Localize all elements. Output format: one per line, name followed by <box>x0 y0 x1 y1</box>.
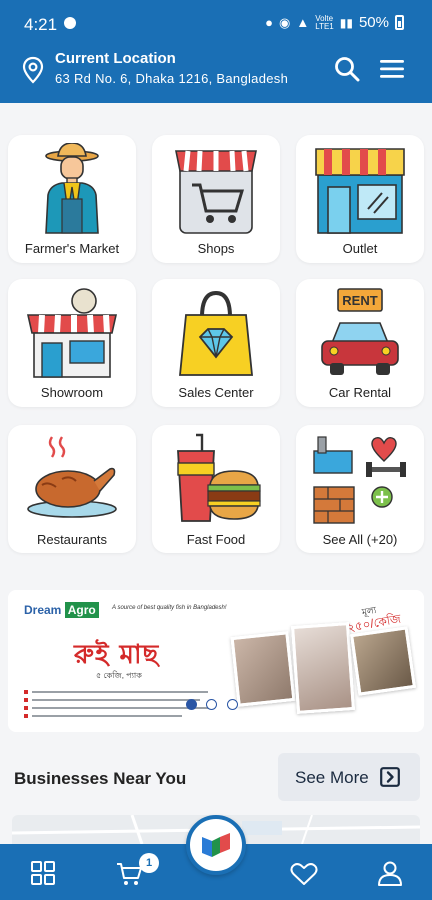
category-label: Sales Center <box>178 385 254 400</box>
grid-icon[interactable] <box>30 860 56 886</box>
status-time: 4:21 <box>24 15 58 34</box>
category-label: Outlet <box>342 241 378 256</box>
home-center-button[interactable] <box>186 815 246 875</box>
banner-page-dot-active[interactable] <box>186 699 197 710</box>
banner-brand: Dream Agro <box>24 602 99 618</box>
main-content: Farmer's Market Shops Outlet Showroom Sa… <box>0 103 432 844</box>
outlet-store-icon <box>315 148 405 234</box>
category-label: Showroom <box>40 385 104 400</box>
more-categories-icon <box>313 436 406 524</box>
location-status-icon: ◉ <box>279 14 291 30</box>
category-label: Car Rental <box>328 385 392 400</box>
alarm-icon: ● <box>265 15 273 30</box>
category-fast-food[interactable]: Fast Food <box>152 425 280 553</box>
network-label: Volte LTE1 <box>315 14 334 31</box>
battery-icon <box>395 15 404 30</box>
category-sales-center[interactable]: Sales Center <box>152 279 280 407</box>
status-bar: 4:21 ● ◉ ▲ Volte LTE1 ▮▮ 50% <box>0 0 432 46</box>
farmer-icon <box>45 143 99 234</box>
fish-photo <box>230 631 296 707</box>
battery-label: 50% <box>358 14 389 31</box>
see-more-label: See More <box>295 768 369 787</box>
category-car-rental[interactable]: RENT Car Rental <box>296 279 424 407</box>
banner-page-dot[interactable] <box>227 699 238 710</box>
profile-icon[interactable] <box>377 860 403 886</box>
shopping-bag-diamond-icon <box>179 290 253 376</box>
roast-chicken-icon <box>27 436 117 518</box>
banner-brand-box: Agro <box>64 602 99 618</box>
burger-drink-icon <box>177 433 261 522</box>
banner-text-line <box>24 690 224 694</box>
banner-subtitle: ৫ কেজি, প্যাক <box>96 671 142 680</box>
section-title: Businesses Near You <box>14 769 187 788</box>
category-label: Farmer's Market <box>24 241 120 256</box>
promo-banner[interactable]: Dream Agro A source of best quality fish… <box>8 590 424 732</box>
cart-icon[interactable] <box>116 862 142 886</box>
app-logo-icon <box>202 833 230 857</box>
location-address[interactable]: 63 Rd No. 6, Dhaka 1216, Bangladesh <box>55 71 288 86</box>
shopping-cart-icon <box>175 150 257 234</box>
arrow-right-box-icon <box>380 767 400 787</box>
notification-dot-icon <box>64 17 76 29</box>
category-label: See All (+20) <box>322 532 398 547</box>
search-icon[interactable] <box>334 56 360 82</box>
category-farmers-market[interactable]: Farmer's Market <box>8 135 136 263</box>
location-pin-icon[interactable] <box>22 56 44 84</box>
banner-tagline: A source of best quality fish in Banglad… <box>112 605 227 611</box>
category-label: Fast Food <box>186 532 246 547</box>
wifi-icon: ▲ <box>296 15 310 30</box>
category-label: Restaurants <box>36 532 108 547</box>
cart-count-badge: 1 <box>139 853 159 873</box>
network-label-bottom: LTE1 <box>315 21 334 31</box>
svg-text:RENT: RENT <box>342 293 377 308</box>
banner-brand-text: Dream <box>24 603 62 617</box>
category-restaurants[interactable]: Restaurants <box>8 425 136 553</box>
category-see-all[interactable]: See All (+20) <box>296 425 424 553</box>
category-label: Shops <box>197 241 235 256</box>
car-rent-icon: RENT <box>321 288 399 375</box>
fish-photo <box>291 622 355 714</box>
see-more-button[interactable]: See More <box>278 753 420 801</box>
location-title[interactable]: Current Location <box>55 50 176 67</box>
category-showroom[interactable]: Showroom <box>8 279 136 407</box>
banner-page-dot[interactable] <box>206 699 217 710</box>
status-icons: ● ◉ ▲ Volte LTE1 ▮▮ 50% <box>265 14 404 31</box>
fish-photo <box>349 626 417 696</box>
signal-icon: ▮▮ <box>339 15 353 30</box>
heart-icon[interactable] <box>290 862 318 886</box>
showroom-icon <box>27 288 117 378</box>
category-shops[interactable]: Shops <box>152 135 280 263</box>
app-header: 4:21 ● ◉ ▲ Volte LTE1 ▮▮ 50% Current Loc… <box>0 0 432 103</box>
category-outlet[interactable]: Outlet <box>296 135 424 263</box>
menu-icon[interactable] <box>379 58 405 80</box>
banner-text-line <box>24 714 224 718</box>
